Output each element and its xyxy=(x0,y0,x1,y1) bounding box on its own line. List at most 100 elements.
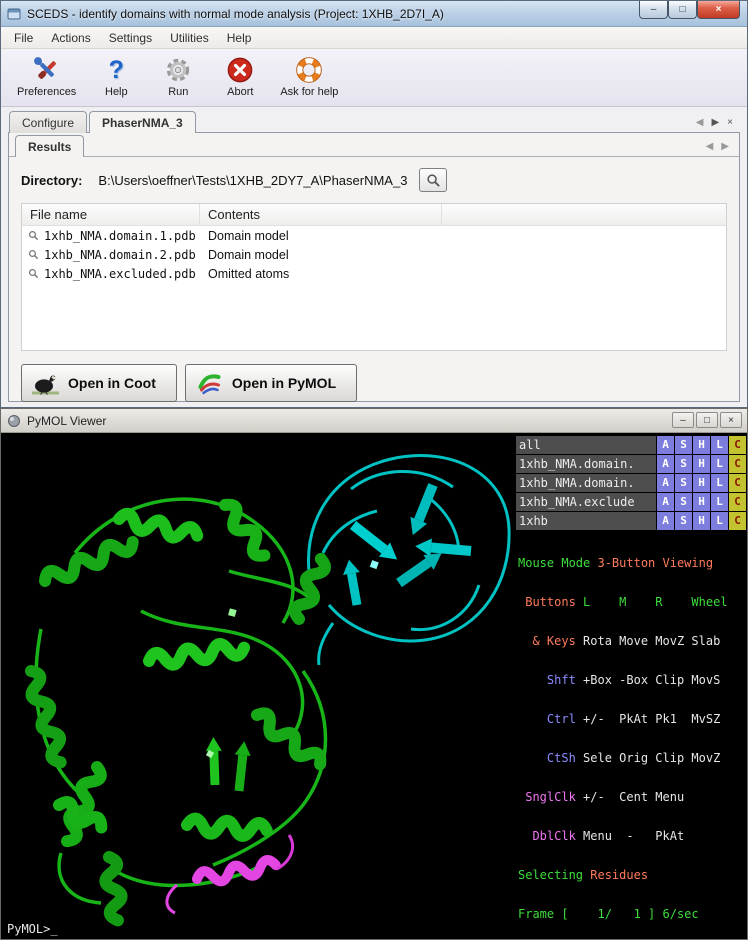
mouse-row-label: CtSh xyxy=(518,751,576,765)
object-row: 1xhb_NMA.domain. A S H L C xyxy=(516,474,746,492)
mouse-mode-value[interactable]: 3-Button Viewing xyxy=(590,556,713,570)
show-button[interactable]: S xyxy=(675,474,692,492)
abort-icon xyxy=(225,55,255,85)
object-name[interactable]: 1xhb xyxy=(516,512,656,530)
mouse-row-values: Sele Orig Clip MovZ xyxy=(576,751,721,765)
pymol-viewport[interactable]: PyMOL>_ xyxy=(1,433,515,939)
pymol-window: PyMOL Viewer – □ × xyxy=(0,408,748,940)
preferences-button[interactable]: Preferences xyxy=(11,53,82,98)
hide-button[interactable]: H xyxy=(693,512,710,530)
tab-close-icon[interactable]: × xyxy=(727,118,733,128)
menu-settings[interactable]: Settings xyxy=(100,29,161,47)
abort-label: Abort xyxy=(227,86,253,98)
column-contents[interactable]: Contents xyxy=(200,204,442,225)
open-in-coot-button[interactable]: Open in Coot xyxy=(21,364,177,402)
mouse-row-values: L M R Wheel xyxy=(576,595,728,609)
mouse-row-values: +Box -Box Clip MovS xyxy=(576,673,721,687)
mouse-row-label: SnglClk xyxy=(518,790,576,804)
column-file-name[interactable]: File name xyxy=(22,204,200,225)
protein-structure xyxy=(1,433,515,939)
label-button[interactable]: L xyxy=(711,512,728,530)
minimize-button[interactable]: – xyxy=(639,1,668,19)
tab-configure[interactable]: Configure xyxy=(9,111,87,133)
object-name[interactable]: all xyxy=(516,436,656,454)
maximize-button[interactable]: □ xyxy=(668,1,697,19)
color-button[interactable]: C xyxy=(729,474,746,492)
table-header: File name Contents xyxy=(22,204,726,226)
mouse-row-label: Ctrl xyxy=(518,712,576,726)
hide-button[interactable]: H xyxy=(693,493,710,511)
table-row[interactable]: 1xhb_NMA.excluded.pdb Omitted atoms xyxy=(22,264,726,283)
color-button[interactable]: C xyxy=(729,493,746,511)
hide-button[interactable]: H xyxy=(693,474,710,492)
object-name[interactable]: 1xhb_NMA.exclude xyxy=(516,493,656,511)
mouse-mode-label: Mouse Mode xyxy=(518,556,590,570)
open-in-coot-label: Open in Coot xyxy=(68,375,156,391)
menu-bar: File Actions Settings Utilities Help xyxy=(1,27,747,49)
help-button[interactable]: ? Help xyxy=(88,53,144,98)
tab-scroll-left-icon[interactable]: ◀ xyxy=(696,118,704,128)
mouse-mode-panel: Mouse Mode 3-Button Viewing Buttons L M … xyxy=(518,531,747,940)
show-button[interactable]: S xyxy=(675,455,692,473)
object-row: 1xhb A S H L C xyxy=(516,512,746,530)
color-button[interactable]: C xyxy=(729,436,746,454)
tab-results[interactable]: Results xyxy=(15,135,84,157)
file-magnifier-icon xyxy=(28,268,39,279)
results-tab-navigation: ◀ ▶ xyxy=(706,142,729,152)
table-row[interactable]: 1xhb_NMA.domain.1.pdb Domain model xyxy=(22,226,726,245)
pymol-maximize-button[interactable]: □ xyxy=(696,412,718,428)
file-magnifier-icon xyxy=(28,230,39,241)
action-button[interactable]: A xyxy=(657,512,674,530)
menu-file[interactable]: File xyxy=(5,29,42,47)
gear-icon xyxy=(163,55,193,85)
file-name: 1xhb_NMA.domain.2.pdb xyxy=(44,248,196,262)
pymol-minimize-button[interactable]: – xyxy=(672,412,694,428)
selecting-mode-value[interactable]: Residues xyxy=(583,868,648,882)
file-contents: Domain model xyxy=(200,229,442,243)
close-button[interactable]: × xyxy=(697,1,740,19)
hide-button[interactable]: H xyxy=(693,436,710,454)
run-button[interactable]: Run xyxy=(150,53,206,98)
tab-phasernma-3[interactable]: PhaserNMA_3 xyxy=(89,111,196,133)
action-button[interactable]: A xyxy=(657,455,674,473)
label-button[interactable]: L xyxy=(711,474,728,492)
hide-button[interactable]: H xyxy=(693,455,710,473)
ask-for-help-button[interactable]: Ask for help xyxy=(274,53,344,98)
pymol-close-button[interactable]: × xyxy=(720,412,742,428)
color-button[interactable]: C xyxy=(729,455,746,473)
results-scroll-left-icon[interactable]: ◀ xyxy=(706,142,714,152)
results-scroll-right-icon[interactable]: ▶ xyxy=(721,142,729,152)
show-button[interactable]: S xyxy=(675,436,692,454)
sceds-window: SCEDS - identify domains with normal mod… xyxy=(0,0,748,408)
window-title: SCEDS - identify domains with normal mod… xyxy=(27,7,444,21)
action-button[interactable]: A xyxy=(657,493,674,511)
menu-utilities[interactable]: Utilities xyxy=(161,29,218,47)
menu-help[interactable]: Help xyxy=(218,29,261,47)
browse-directory-button[interactable] xyxy=(419,168,447,192)
mouse-row-values: +/- PkAt Pk1 MvSZ xyxy=(576,712,721,726)
pymol-window-controls: – □ × xyxy=(670,412,742,428)
pymol-prompt[interactable]: PyMOL>_ xyxy=(7,922,58,936)
action-button[interactable]: A xyxy=(657,436,674,454)
sceds-titlebar[interactable]: SCEDS - identify domains with normal mod… xyxy=(1,1,747,27)
show-button[interactable]: S xyxy=(675,512,692,530)
label-button[interactable]: L xyxy=(711,436,728,454)
object-name[interactable]: 1xhb_NMA.domain. xyxy=(516,474,656,492)
file-name: 1xhb_NMA.excluded.pdb xyxy=(44,267,196,281)
object-name[interactable]: 1xhb_NMA.domain. xyxy=(516,455,656,473)
abort-button[interactable]: Abort xyxy=(212,53,268,98)
label-button[interactable]: L xyxy=(711,455,728,473)
file-contents: Domain model xyxy=(200,248,442,262)
label-button[interactable]: L xyxy=(711,493,728,511)
tab-scroll-right-icon[interactable]: ▶ xyxy=(711,118,719,128)
color-button[interactable]: C xyxy=(729,512,746,530)
pymol-titlebar[interactable]: PyMOL Viewer – □ × xyxy=(1,409,747,433)
menu-actions[interactable]: Actions xyxy=(42,29,99,47)
results-tab-strip: Results ◀ ▶ xyxy=(9,133,739,157)
action-button[interactable]: A xyxy=(657,474,674,492)
pymol-side-panel: all A S H L C 1xhb_NMA.domain. A S H L C… xyxy=(515,433,747,939)
show-button[interactable]: S xyxy=(675,493,692,511)
open-in-pymol-button[interactable]: Open in PyMOL xyxy=(185,364,357,402)
toolbar: Preferences ? Help Run xyxy=(1,49,747,107)
table-row[interactable]: 1xhb_NMA.domain.2.pdb Domain model xyxy=(22,245,726,264)
